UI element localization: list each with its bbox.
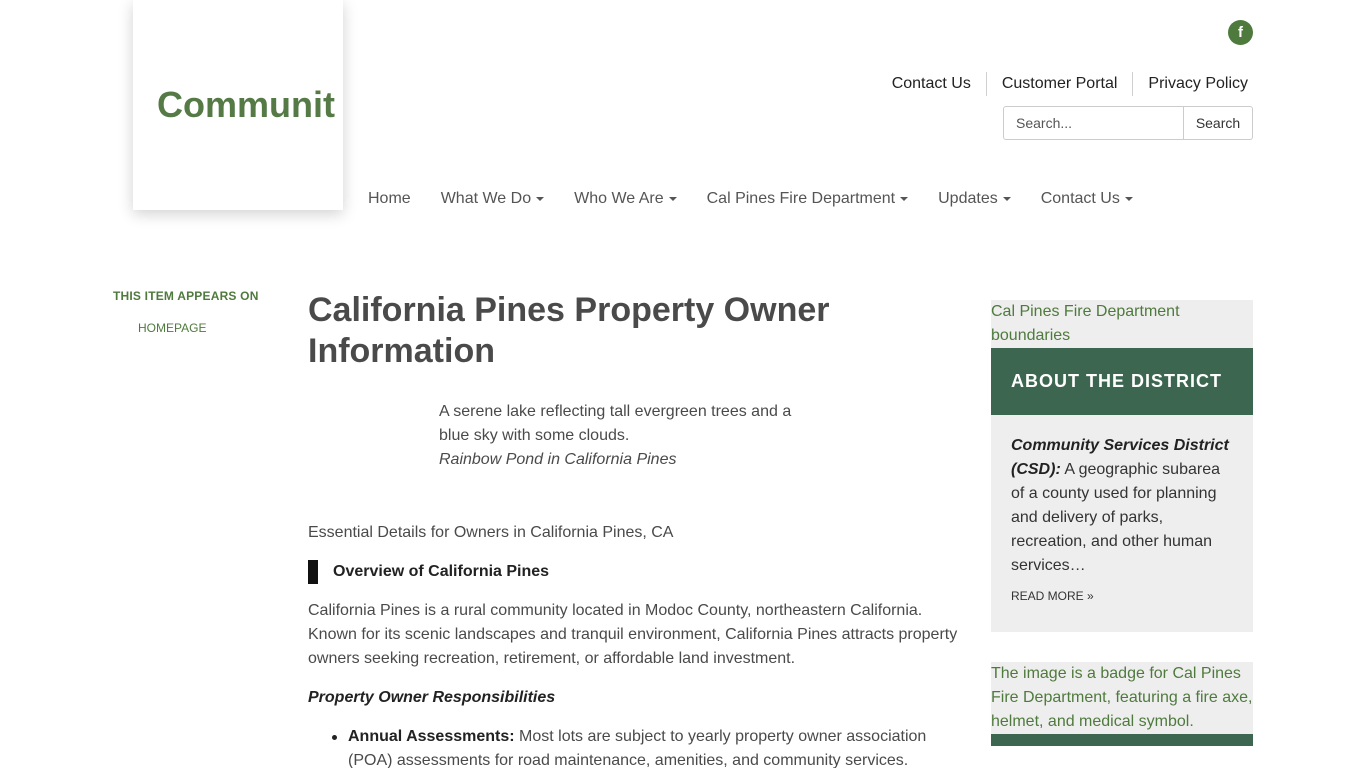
caret-down-icon (900, 196, 909, 201)
nav-label: Contact Us (1040, 190, 1120, 207)
utility-link-privacy-policy[interactable]: Privacy Policy (1133, 72, 1248, 96)
list-item-term: Annual Assessments: (348, 728, 515, 745)
nav-item-contact-us[interactable]: Contact Us (1026, 188, 1148, 210)
responsibilities-heading: Property Owner Responsibilities (308, 689, 556, 706)
intro-text: Essential Details for Owners in Californ… (308, 524, 674, 541)
caret-down-icon (668, 196, 677, 201)
district-boundaries-image-alt[interactable]: Cal Pines Fire Department boundaries (991, 300, 1253, 348)
responsibilities-list: Annual Assessments: Most lots are subjec… (308, 725, 968, 768)
figure-image-alt: A serene lake reflecting tall evergreen … (439, 403, 792, 444)
facebook-icon[interactable]: f (1228, 20, 1253, 45)
about-district-card: Cal Pines Fire Department boundaries ABO… (991, 300, 1253, 632)
page-title: California Pines Property Owner Informat… (308, 291, 830, 370)
caret-down-icon (1002, 196, 1011, 201)
nav-label: Updates (938, 190, 998, 207)
nav-item-what-we-do[interactable]: What We Do (426, 188, 559, 210)
about-district-heading: ABOUT THE DISTRICT (991, 348, 1253, 415)
article: California Pines Property Owner Informat… (308, 290, 968, 768)
read-more-link[interactable]: READ MORE » (1011, 588, 1094, 604)
nav-label: What We Do (440, 190, 532, 207)
figure-caption: Rainbow Pond in California Pines (439, 451, 677, 468)
nav-item-home[interactable]: Home (353, 188, 426, 210)
nav-item-fire-department[interactable]: Cal Pines Fire Department (692, 188, 924, 210)
main-nav: Home What We Do Who We Are Cal Pines Fir… (353, 188, 1148, 210)
fire-badge-heading-bar (991, 734, 1253, 746)
utility-link-contact-us[interactable]: Contact Us (877, 72, 986, 96)
overview-heading-text: Overview of California Pines (333, 563, 550, 580)
caret-down-icon (1124, 196, 1133, 201)
overview-heading: Overview of California Pines (308, 560, 968, 584)
nav-label: Cal Pines Fire Department (706, 190, 896, 207)
heading-accent-bar (308, 560, 318, 584)
overview-paragraph: California Pines is a rural community lo… (308, 602, 958, 667)
appears-on-heading: THIS ITEM APPEARS ON (113, 289, 259, 303)
facebook-glyph: f (1238, 24, 1243, 41)
right-sidebar: Cal Pines Fire Department boundaries ABO… (991, 300, 1253, 746)
search-form: Search (1003, 106, 1253, 140)
article-figure: A serene lake reflecting tall evergreen … (439, 400, 819, 472)
nav-item-who-we-are[interactable]: Who We Are (559, 188, 692, 210)
logo-text: Communit (157, 84, 335, 125)
site-logo[interactable]: Communit (133, 0, 343, 210)
list-item: Annual Assessments: Most lots are subjec… (332, 725, 968, 768)
utility-link-customer-portal[interactable]: Customer Portal (987, 72, 1133, 96)
fire-badge-image-alt[interactable]: The image is a badge for Cal Pines Fire … (991, 662, 1253, 734)
search-button[interactable]: Search (1184, 106, 1253, 140)
caret-down-icon (536, 196, 545, 201)
utility-nav: Contact Us Customer Portal Privacy Polic… (877, 72, 1248, 96)
search-input[interactable] (1003, 106, 1184, 140)
nav-label: Home (368, 190, 411, 207)
appears-on-homepage-link[interactable]: HOMEPAGE (138, 321, 206, 335)
nav-label: Who We Are (574, 190, 664, 207)
fire-badge-card: The image is a badge for Cal Pines Fire … (991, 662, 1253, 746)
nav-item-updates[interactable]: Updates (923, 188, 1026, 210)
about-district-body: Community Services District (CSD): A geo… (991, 415, 1253, 632)
